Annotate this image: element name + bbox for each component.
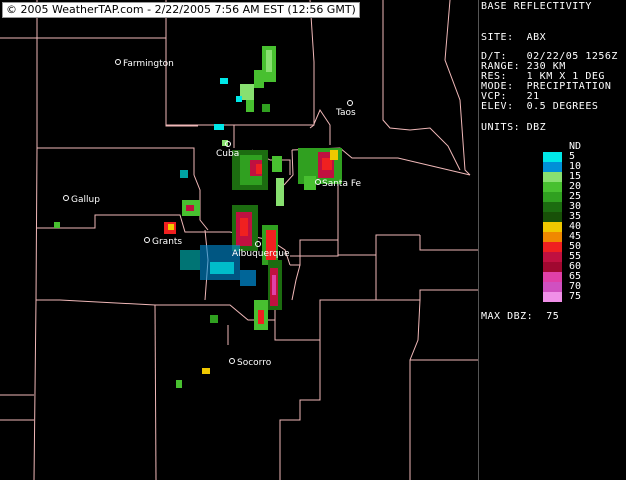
legend-swatch (543, 272, 562, 282)
legend-swatch (543, 222, 562, 232)
legend-swatch (543, 202, 562, 212)
info-panel: BASE REFLECTIVITY SITE: ABX D/T: 02/22/0… (478, 0, 626, 480)
legend-swatch (543, 142, 562, 152)
city-label-taos: Taos (335, 108, 356, 118)
legend-label: 75 (569, 291, 582, 302)
legend-swatch (543, 152, 562, 162)
legend-swatch (543, 232, 562, 242)
legend-swatch (543, 252, 562, 262)
city-label-albuquerque: Albuquerque (232, 249, 290, 259)
site-line: SITE: ABX (481, 32, 547, 43)
legend-swatch (543, 262, 562, 272)
product-title: BASE REFLECTIVITY (481, 1, 592, 12)
elevation-line: ELEV: 0.5 DEGREES (481, 101, 599, 112)
city-label-santa-fe: Santa Fe (322, 179, 362, 189)
legend-swatch (543, 212, 562, 222)
legend-swatch (543, 182, 562, 192)
city-label-cuba: Cuba (216, 149, 239, 159)
legend-swatch (543, 172, 562, 182)
map-canvas: Farmington Taos Cuba Santa Fe Gallup Gra… (0, 0, 478, 480)
legend-swatch (543, 162, 562, 172)
max-dbz-line: MAX DBZ: 75 (481, 311, 560, 322)
city-label-socorro: Socorro (237, 358, 272, 368)
legend-swatch (543, 242, 562, 252)
radar-map: Farmington Taos Cuba Santa Fe Gallup Gra… (0, 0, 478, 480)
city-label-gallup: Gallup (71, 195, 100, 205)
city-label-farmington: Farmington (123, 59, 174, 69)
units-line: UNITS: DBZ (481, 122, 547, 133)
legend-swatch (543, 282, 562, 292)
legend-swatch (543, 192, 562, 202)
legend-swatch (543, 292, 562, 302)
copyright-banner: © 2005 WeatherTAP.com - 2/22/2005 7:56 A… (2, 2, 360, 18)
city-label-grants: Grants (152, 237, 182, 247)
